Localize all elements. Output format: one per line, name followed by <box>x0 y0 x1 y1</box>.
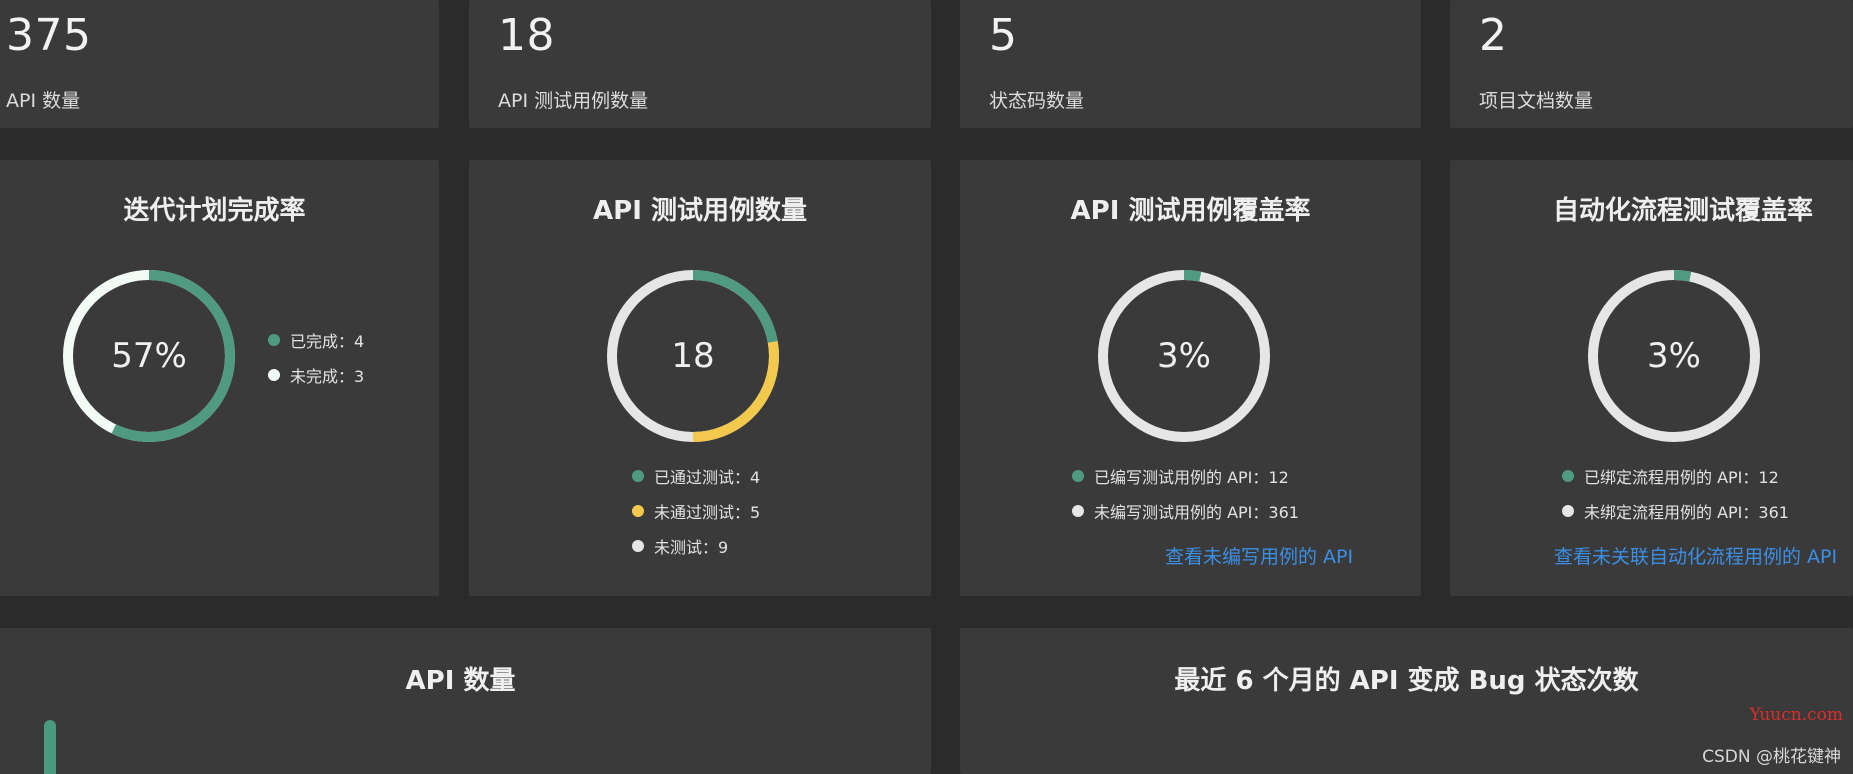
chart-title: 迭代计划完成率 <box>123 196 306 226</box>
stat-label: API 测试用例数量 <box>498 90 649 112</box>
stat-card-doc-count: 2 项目文档数量 <box>1450 0 1853 128</box>
stat-value: 2 <box>1479 10 1508 61</box>
legend-dot <box>632 470 644 482</box>
legend-dot <box>1072 470 1084 482</box>
legend-dot <box>1072 505 1084 517</box>
donut-center-label: 3% <box>1647 336 1701 376</box>
legend-label: 未通过测试：5 <box>654 503 761 522</box>
legend-item-untested: 未测试：9 <box>632 534 728 558</box>
chart-title: API 数量 <box>405 666 516 696</box>
legend-item-bound: 已绑定流程用例的 API：12 <box>1562 464 1779 488</box>
api-count-bar <box>44 720 56 774</box>
legend-dot <box>632 540 644 552</box>
legend-item-incomplete: 未完成：3 <box>268 363 364 387</box>
stat-label: API 数量 <box>6 90 81 112</box>
stat-value: 18 <box>498 10 555 61</box>
legend-label: 未绑定流程用例的 API：361 <box>1584 503 1789 522</box>
chart-card-api-count-bottom: API 数量 <box>0 628 931 774</box>
legend-label: 未测试：9 <box>654 538 729 557</box>
stat-value: 5 <box>989 10 1018 61</box>
stat-card-status-code-count: 5 状态码数量 <box>960 0 1421 128</box>
legend-label: 已编写测试用例的 API：12 <box>1094 468 1289 487</box>
chart-title: API 测试用例覆盖率 <box>1070 196 1311 226</box>
legend-dot <box>268 334 280 346</box>
chart-title: 最近 6 个月的 API 变成 Bug 状态次数 <box>1174 666 1639 696</box>
legend-label: 已通过测试：4 <box>654 468 761 487</box>
legend-item-unbound: 未绑定流程用例的 API：361 <box>1562 499 1789 523</box>
legend-dot <box>632 505 644 517</box>
stat-label: 状态码数量 <box>989 90 1085 112</box>
chart-title: 自动化流程测试覆盖率 <box>1553 196 1814 226</box>
legend-dot <box>1562 505 1574 517</box>
stat-label: 项目文档数量 <box>1479 90 1594 112</box>
legend-item-completed: 已完成：4 <box>268 328 364 352</box>
legend-dot <box>1562 470 1574 482</box>
legend-dot <box>268 369 280 381</box>
stat-card-test-case-count: 18 API 测试用例数量 <box>469 0 931 128</box>
view-unlinked-automation-api-link[interactable]: 查看未关联自动化流程用例的 API <box>1554 542 1837 569</box>
legend-label: 未完成：3 <box>290 367 365 386</box>
stat-value: 375 <box>6 10 92 61</box>
legend-item-unwritten: 未编写测试用例的 API：361 <box>1072 499 1299 523</box>
watermark-site: Yuucn.com <box>1749 705 1843 725</box>
donut-center-label: 18 <box>671 336 715 376</box>
legend-item-written: 已编写测试用例的 API：12 <box>1072 464 1289 488</box>
legend-item-failed: 未通过测试：5 <box>632 499 760 523</box>
watermark-author: CSDN @桃花键神 <box>1702 747 1841 767</box>
view-untested-api-link[interactable]: 查看未编写用例的 API <box>1165 542 1353 569</box>
legend-label: 已绑定流程用例的 API：12 <box>1584 468 1779 487</box>
legend-label: 已完成：4 <box>290 332 365 351</box>
donut-center-label: 57% <box>111 336 187 376</box>
legend-item-passed: 已通过测试：4 <box>632 464 760 488</box>
donut-center-label: 3% <box>1157 336 1211 376</box>
stat-card-api-count: 375 API 数量 <box>0 0 439 128</box>
chart-title: API 测试用例数量 <box>593 196 807 226</box>
legend-label: 未编写测试用例的 API：361 <box>1094 503 1299 522</box>
